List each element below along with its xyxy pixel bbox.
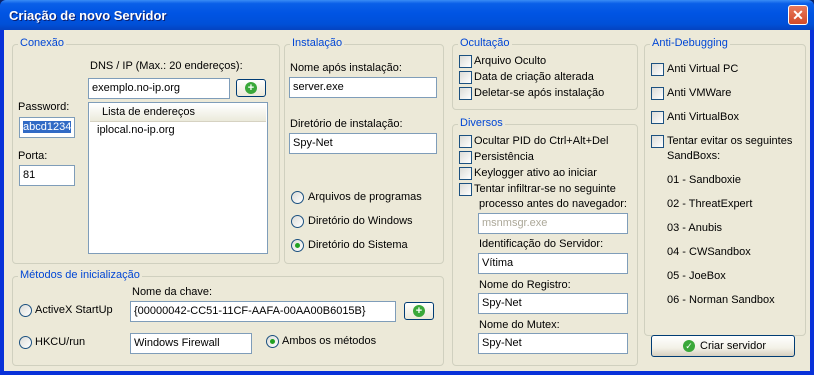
dns-label: DNS / IP (Max.: 20 endereços): bbox=[90, 60, 243, 72]
registry-label: Nome do Registro: bbox=[479, 279, 571, 291]
group-label-anti-debugging: Anti-Debugging bbox=[650, 37, 730, 49]
checkbox-persistencia-label[interactable]: Persistência bbox=[474, 151, 534, 163]
group-label-instalacao: Instalação bbox=[290, 37, 345, 49]
plus-icon: + bbox=[245, 82, 257, 94]
porta-input[interactable]: 81 bbox=[19, 165, 75, 186]
checkbox-infiltrar-label-2: processo antes do navegador: bbox=[479, 198, 627, 210]
key-name-label: Nome da chave: bbox=[132, 286, 213, 298]
title-bar[interactable]: Criação de novo Servidor ✕ bbox=[0, 0, 814, 30]
radio-ambos[interactable] bbox=[266, 335, 279, 348]
checkbox-infiltrar[interactable] bbox=[459, 183, 472, 196]
client-area: Conexão DNS / IP (Max.: 20 endereços): e… bbox=[4, 30, 810, 371]
checkbox-deletar-se-label[interactable]: Deletar-se após instalação bbox=[474, 87, 604, 99]
radio-hkcu[interactable] bbox=[19, 336, 32, 349]
list-item[interactable]: iplocal.no-ip.org bbox=[97, 124, 175, 136]
add-address-button[interactable]: + bbox=[236, 79, 266, 97]
group-label-ocultacao: Ocultação bbox=[458, 37, 512, 49]
radio-diretorio-sistema[interactable] bbox=[291, 239, 304, 252]
radio-diretorio-windows-label[interactable]: Diretório do Windows bbox=[308, 215, 413, 227]
hkcu-input[interactable]: Windows Firewall bbox=[130, 333, 252, 354]
checkbox-anti-vmware-label[interactable]: Anti VMWare bbox=[667, 87, 731, 99]
password-input[interactable]: abcd1234 bbox=[19, 117, 75, 138]
checkbox-ocultar-pid-label[interactable]: Ocultar PID do Ctrl+Alt+Del bbox=[474, 135, 609, 147]
check-icon: ✓ bbox=[683, 340, 695, 352]
mutex-input[interactable]: Spy-Net bbox=[478, 333, 628, 354]
checkbox-deletar-se[interactable] bbox=[459, 87, 472, 100]
checkbox-data-criacao-label[interactable]: Data de criação alterada bbox=[474, 71, 594, 83]
porta-label: Porta: bbox=[18, 150, 48, 162]
process-input[interactable]: msnmsgr.exe bbox=[478, 213, 628, 234]
checkbox-data-criacao[interactable] bbox=[459, 71, 472, 84]
password-label: Password: bbox=[18, 101, 70, 113]
install-name-input[interactable]: server.exe bbox=[289, 77, 437, 98]
sandbox-item: 04 - CWSandbox bbox=[667, 246, 751, 258]
mutex-label: Nome do Mutex: bbox=[479, 319, 560, 331]
install-name-label: Nome após instalação: bbox=[290, 62, 402, 74]
address-list-header-label: Lista de endereços bbox=[102, 106, 195, 118]
checkbox-anti-virtual-pc[interactable] bbox=[651, 63, 664, 76]
sandbox-item: 02 - ThreatExpert bbox=[667, 198, 753, 210]
radio-diretorio-sistema-label[interactable]: Diretório do Sistema bbox=[308, 239, 408, 251]
dialog-window: Criação de novo Servidor ✕ Conexão DNS /… bbox=[0, 0, 814, 375]
radio-arquivos-programas-label[interactable]: Arquivos de programas bbox=[308, 191, 422, 203]
sandbox-item: 05 - JoeBox bbox=[667, 270, 726, 282]
checkbox-infiltrar-label-1[interactable]: Tentar infiltrar-se no seguinte bbox=[474, 183, 616, 195]
address-list-header[interactable]: Lista de endereços bbox=[90, 104, 266, 122]
sandbox-item: 03 - Anubis bbox=[667, 222, 723, 234]
checkbox-persistencia[interactable] bbox=[459, 151, 472, 164]
address-list[interactable]: Lista de endereços iplocal.no-ip.org bbox=[88, 102, 268, 254]
checkbox-arquivo-oculto-label[interactable]: Arquivo Oculto bbox=[474, 55, 546, 67]
checkbox-sandboxes-label-2: SandBoxs: bbox=[667, 150, 721, 162]
group-label-metodos: Métodos de inicialização bbox=[18, 269, 142, 281]
checkbox-keylogger-label[interactable]: Keylogger ativo ao iniciar bbox=[474, 167, 597, 179]
plus-icon: + bbox=[413, 305, 425, 317]
server-id-label: Identificação do Servidor: bbox=[479, 238, 604, 250]
close-icon: ✕ bbox=[792, 7, 804, 23]
add-key-button[interactable]: + bbox=[404, 302, 434, 320]
checkbox-anti-virtual-pc-label[interactable]: Anti Virtual PC bbox=[667, 63, 738, 75]
radio-arquivos-programas[interactable] bbox=[291, 191, 304, 204]
install-dir-label: Diretório de instalação: bbox=[290, 118, 403, 130]
create-server-button[interactable]: ✓ Criar servidor bbox=[651, 335, 795, 357]
key-name-input[interactable]: {00000042-CC51-11CF-AAFA-00AA00B6015B} bbox=[130, 301, 396, 322]
dns-input[interactable]: exemplo.no-ip.org bbox=[88, 78, 230, 99]
checkbox-sandboxes[interactable] bbox=[651, 135, 664, 148]
checkbox-sandboxes-label-1[interactable]: Tentar evitar os seguintes bbox=[667, 135, 792, 147]
group-label-conexao: Conexão bbox=[18, 37, 67, 49]
create-server-label: Criar servidor bbox=[700, 340, 767, 352]
checkbox-anti-virtualbox-label[interactable]: Anti VirtualBox bbox=[667, 111, 739, 123]
window-title: Criação de novo Servidor bbox=[9, 8, 167, 23]
checkbox-anti-virtualbox[interactable] bbox=[651, 111, 664, 124]
close-button[interactable]: ✕ bbox=[788, 5, 808, 25]
server-id-input[interactable]: Vítima bbox=[478, 253, 628, 274]
install-dir-input[interactable]: Spy-Net bbox=[289, 133, 437, 154]
checkbox-arquivo-oculto[interactable] bbox=[459, 55, 472, 68]
sandbox-item: 01 - Sandboxie bbox=[667, 174, 741, 186]
checkbox-ocultar-pid[interactable] bbox=[459, 135, 472, 148]
registry-input[interactable]: Spy-Net bbox=[478, 293, 628, 314]
radio-hkcu-label[interactable]: HKCU/run bbox=[35, 336, 85, 348]
radio-activex-label[interactable]: ActiveX StartUp bbox=[35, 304, 113, 316]
sandbox-item: 06 - Norman Sandbox bbox=[667, 294, 775, 306]
checkbox-anti-vmware[interactable] bbox=[651, 87, 664, 100]
group-label-diversos: Diversos bbox=[458, 117, 505, 129]
radio-ambos-label[interactable]: Ambos os métodos bbox=[282, 335, 376, 347]
radio-diretorio-windows[interactable] bbox=[291, 215, 304, 228]
checkbox-keylogger[interactable] bbox=[459, 167, 472, 180]
radio-activex[interactable] bbox=[19, 304, 32, 317]
